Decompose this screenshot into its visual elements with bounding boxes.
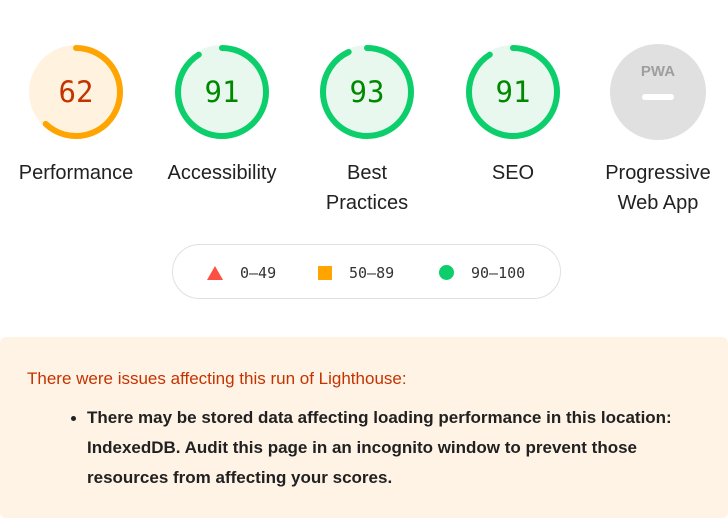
circle-icon [439, 265, 454, 280]
performance-gauge-ring: 62 [29, 45, 123, 139]
best-practices-score: 93 [350, 75, 385, 109]
pwa-logo-text: PWA [641, 63, 675, 80]
performance-label: Performance [18, 162, 134, 184]
legend-average-range: 50–89 [349, 263, 395, 282]
warning-list: There may be stored data affecting loadi… [71, 403, 717, 493]
warning-title: There were issues affecting this run of … [27, 369, 407, 388]
pwa-na-dash [642, 94, 674, 100]
best-practices-label: Best Practices [325, 162, 409, 214]
lighthouse-report: 62 Performance 91 Accessibility 93 Best … [0, 0, 728, 520]
seo-label: SEO [491, 162, 535, 184]
best-practices-gauge-ring: 93 [320, 45, 414, 139]
bullet-icon [71, 416, 76, 421]
accessibility-label: Accessibility [167, 162, 277, 184]
legend-pass-range: 90–100 [471, 263, 526, 282]
score-scale-legend: 0–49 50–89 90–100 [172, 244, 561, 299]
gauge-best-practices[interactable]: 93 Best Practices [297, 42, 437, 218]
pwa-label: Progressive Web App [605, 162, 711, 214]
performance-score: 62 [59, 75, 94, 109]
legend-fail: 0–49 [207, 245, 276, 300]
gauge-pwa[interactable]: PWA Progressive Web App [588, 42, 728, 218]
run-warnings-box: There were issues affecting this run of … [0, 337, 728, 518]
gauge-performance[interactable]: 62 Performance [6, 42, 146, 188]
gauge-accessibility[interactable]: 91 Accessibility [152, 42, 292, 188]
accessibility-score: 91 [205, 75, 240, 109]
category-gauges: 62 Performance 91 Accessibility 93 Best … [0, 42, 728, 222]
legend-average: 50–89 [318, 245, 394, 300]
legend-fail-range: 0–49 [240, 263, 277, 282]
gauge-seo[interactable]: 91 SEO [443, 42, 583, 188]
warning-item-text: There may be stored data affecting loadi… [87, 408, 672, 487]
triangle-icon [207, 265, 223, 280]
square-icon [318, 265, 332, 280]
legend-pass: 90–100 [439, 245, 525, 300]
pwa-badge: PWA [610, 44, 706, 140]
seo-score: 91 [496, 75, 531, 109]
seo-gauge-ring: 91 [466, 45, 560, 139]
warning-item: There may be stored data affecting loadi… [71, 403, 717, 493]
accessibility-gauge-ring: 91 [175, 45, 269, 139]
